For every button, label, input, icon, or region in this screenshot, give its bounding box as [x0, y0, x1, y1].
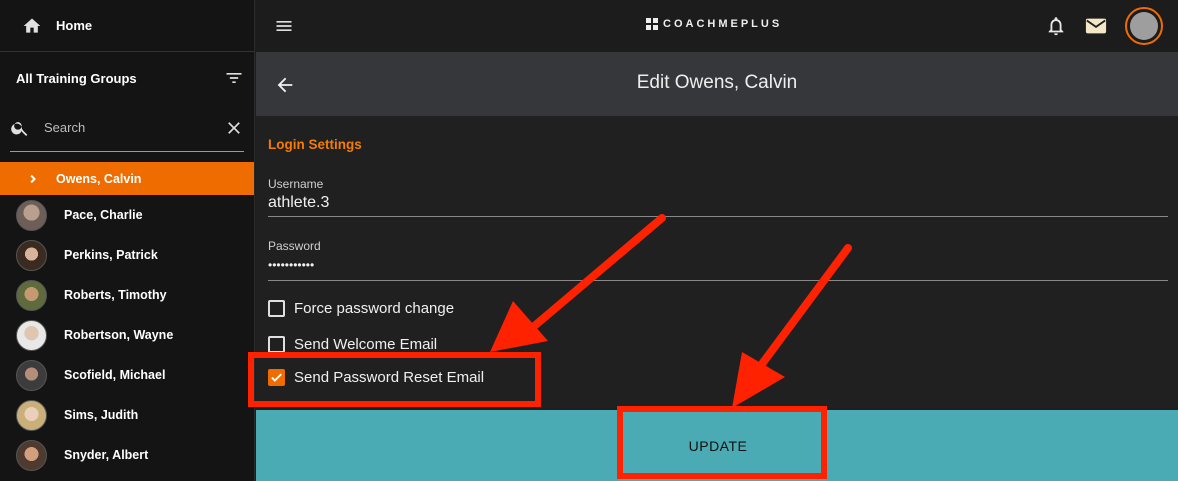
annotation-arrow-to-checkbox	[490, 214, 666, 352]
annotation-arrows	[490, 214, 852, 408]
annotation-arrow-to-update	[732, 244, 852, 408]
app-root: Home All Training Groups Owens, Calvin P…	[0, 0, 1178, 481]
